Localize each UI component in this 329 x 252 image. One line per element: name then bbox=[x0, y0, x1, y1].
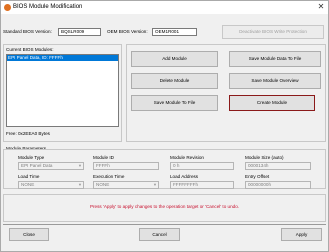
load-address-field[interactable]: FFFFFFFFh bbox=[170, 181, 234, 189]
module-id-field[interactable]: FFFFh bbox=[93, 162, 159, 170]
add-module-button[interactable]: Add Module bbox=[131, 51, 218, 67]
chevron-down-icon: ▼ bbox=[78, 182, 82, 187]
delete-module-button[interactable]: Delete Module bbox=[131, 73, 218, 89]
oem-version-label: OEM BIOS Version: bbox=[107, 29, 148, 34]
cancel-button[interactable]: Cancel bbox=[139, 228, 180, 241]
load-address-label: Load Address bbox=[170, 174, 199, 179]
load-time-value: NONE bbox=[21, 182, 35, 187]
app-icon bbox=[4, 4, 11, 11]
close-icon[interactable]: ✕ bbox=[315, 2, 327, 12]
module-size-label: Module Size (auto) bbox=[245, 155, 284, 160]
entry-offset-label: Entry Offset bbox=[245, 174, 270, 179]
window-title: BIOS Module Modification bbox=[13, 4, 83, 10]
save-module-data-button[interactable]: Save Module Data To File bbox=[229, 51, 321, 67]
chevron-down-icon: ▼ bbox=[78, 163, 82, 168]
chevron-down-icon: ▼ bbox=[153, 182, 157, 187]
modules-listbox[interactable]: EPI Panel Data, ID: FFFFh bbox=[6, 54, 119, 127]
load-time-select[interactable]: NONE ▼ bbox=[18, 181, 84, 189]
deactivate-write-protection-button[interactable]: Deactivate BIOS Write Protection bbox=[222, 25, 324, 39]
load-time-label: Load Time bbox=[18, 174, 40, 179]
standard-version-field[interactable]: BQSLR009 bbox=[58, 28, 101, 36]
dialog-window: BIOS Module Modification ✕ Standard BIOS… bbox=[0, 0, 329, 252]
free-bytes-text: Free: 0x2EEA0 Bytes bbox=[6, 131, 50, 136]
module-type-label: Module Type bbox=[18, 155, 45, 160]
module-revision-field[interactable]: 0 h bbox=[170, 162, 234, 170]
save-module-to-file-button[interactable]: Save Module To File bbox=[131, 95, 218, 111]
module-list-item[interactable]: EPI Panel Data, ID: FFFFh bbox=[7, 55, 118, 61]
save-module-overview-button[interactable]: Save Module Overview bbox=[229, 73, 321, 89]
execution-time-select[interactable]: NONE ▼ bbox=[93, 181, 159, 189]
module-size-field[interactable]: 0000134h bbox=[245, 162, 311, 170]
execution-time-value: NONE bbox=[96, 182, 110, 187]
oem-version-field[interactable]: OEM1R001 bbox=[152, 28, 197, 36]
module-revision-label: Module Revision bbox=[170, 155, 204, 160]
module-id-label: Module ID bbox=[93, 155, 114, 160]
apply-button[interactable]: Apply bbox=[281, 228, 322, 241]
execution-time-label: Execution Time bbox=[93, 174, 125, 179]
module-type-value: EPI Panel Data bbox=[21, 163, 53, 168]
module-type-select[interactable]: EPI Panel Data ▼ bbox=[18, 162, 84, 170]
entry-offset-field[interactable]: 00000000h bbox=[245, 181, 311, 189]
create-module-button[interactable]: Create Module bbox=[229, 95, 315, 111]
close-button[interactable]: Close bbox=[9, 228, 49, 241]
title-bar[interactable]: BIOS Module Modification ✕ bbox=[1, 1, 328, 14]
footer-divider bbox=[3, 224, 326, 225]
standard-version-label: Standard BIOS Version: bbox=[3, 29, 52, 34]
modules-label: Current BIOS Modules: bbox=[6, 47, 54, 52]
status-message: Press 'Apply' to apply changes to the op… bbox=[89, 204, 240, 209]
